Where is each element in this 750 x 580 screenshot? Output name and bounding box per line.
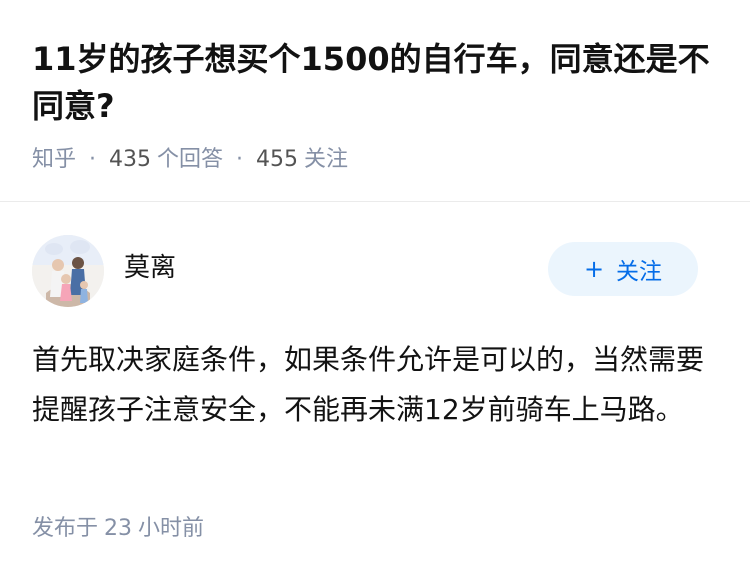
answer-card: 莫离 + 关注 首先取决家庭条件，如果条件允许是可以的，当然需要提醒孩子注意安全…: [0, 203, 750, 580]
follow-button[interactable]: + 关注: [548, 242, 698, 296]
answers-label: 个回答: [157, 147, 224, 172]
avatar-family-photo-icon: [32, 235, 104, 307]
meta-separator: ·: [89, 147, 97, 172]
followers-count: 455: [256, 147, 299, 172]
publish-suffix: 小时前: [138, 516, 205, 541]
answers-count: 435: [109, 147, 152, 172]
meta-separator: ·: [236, 147, 244, 172]
page: 11岁的孩子想买个1500的自行车，同意还是不同意? 知乎 · 435 个回答 · 455…: [0, 0, 750, 580]
plus-icon: +: [583, 255, 605, 283]
publish-time: 发布于 23 小时前: [32, 513, 204, 545]
source-label[interactable]: 知乎: [32, 147, 76, 172]
avatar[interactable]: [32, 235, 104, 307]
followers-label: 关注: [304, 147, 349, 172]
follow-button-label: 关注: [616, 259, 663, 285]
author-name[interactable]: 莫离: [124, 251, 176, 285]
answer-content[interactable]: 首先取决家庭条件，如果条件允许是可以的，当然需要提醒孩子注意安全，不能再未满12…: [32, 335, 712, 435]
question-meta: 知乎 · 435 个回答 · 455 关注: [32, 144, 348, 176]
publish-time-value: 23: [104, 516, 133, 541]
publish-prefix: 发布于: [32, 516, 99, 541]
question-header: 11岁的孩子想买个1500的自行车，同意还是不同意? 知乎 · 435 个回答 · 455…: [0, 0, 750, 202]
question-title[interactable]: 11岁的孩子想买个1500的自行车，同意还是不同意?: [32, 36, 722, 130]
